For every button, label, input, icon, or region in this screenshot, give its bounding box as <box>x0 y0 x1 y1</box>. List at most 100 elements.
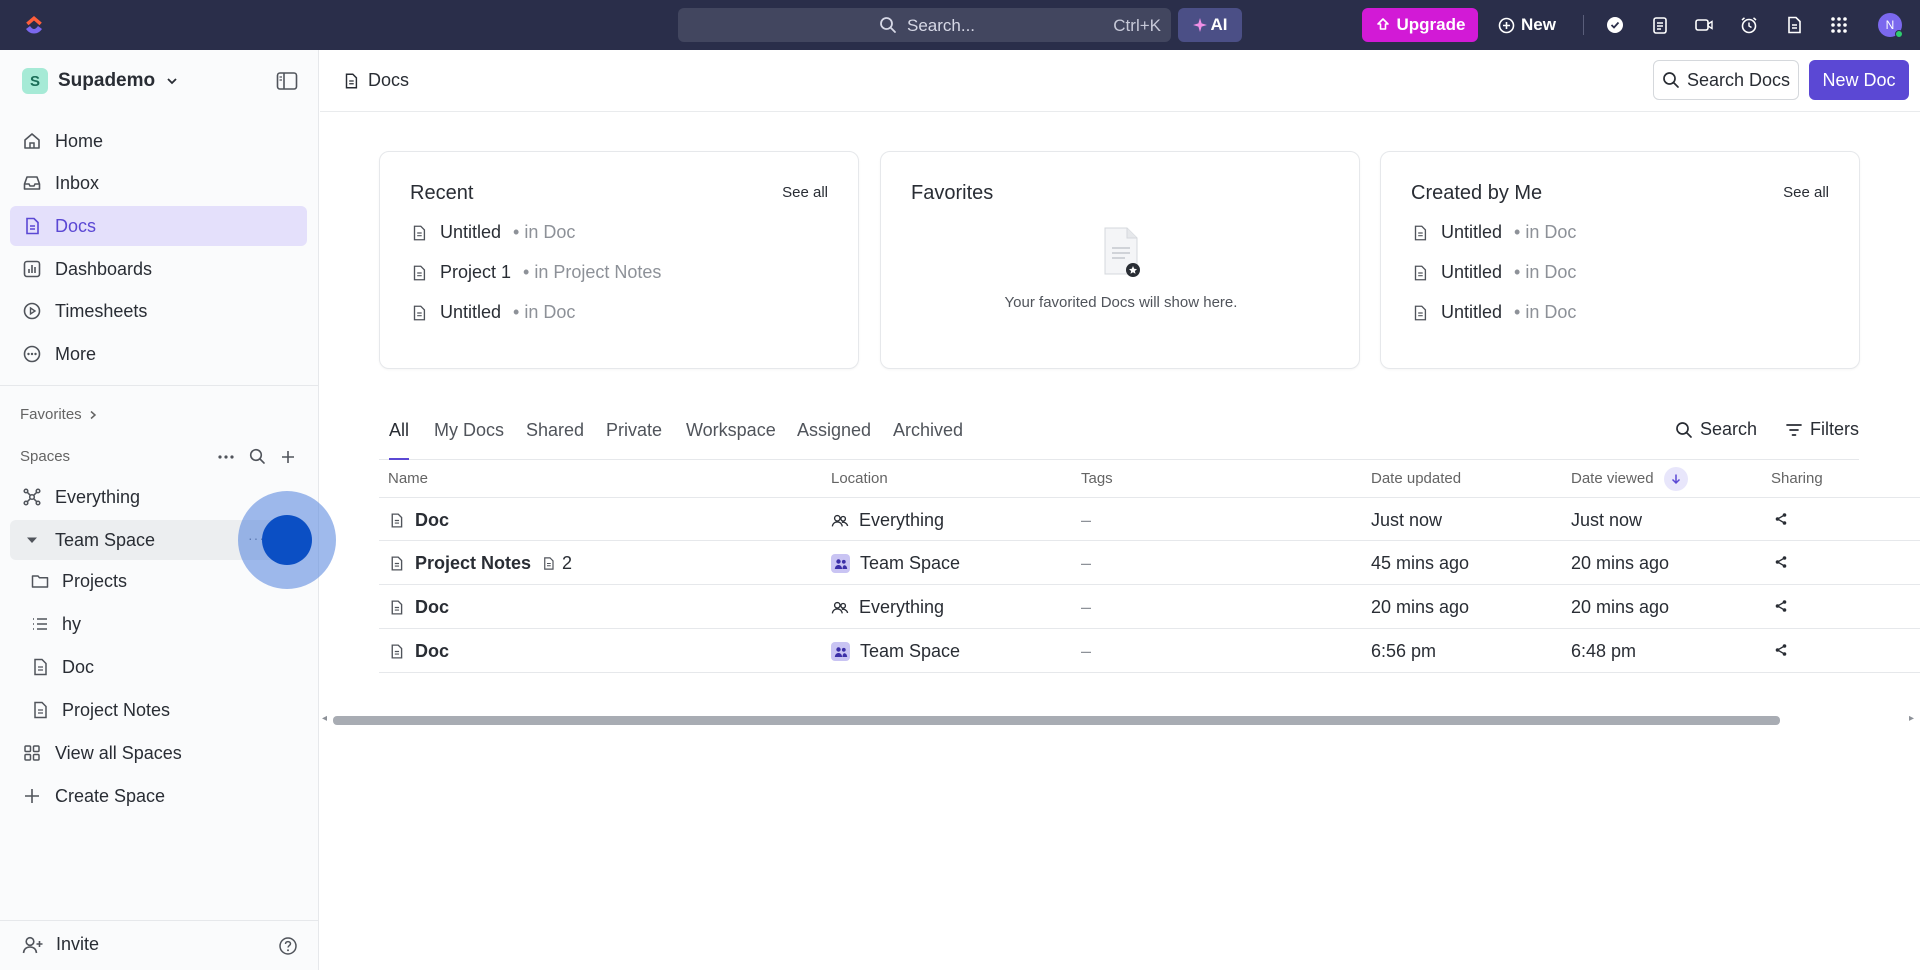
space-item-label: Create Space <box>55 785 166 806</box>
space-item-projects[interactable]: Projects <box>30 563 127 599</box>
recent-doc-item[interactable]: Untitled • in Doc <box>410 222 575 243</box>
column-header-name[interactable]: Name <box>388 470 428 487</box>
sort-descending-icon[interactable] <box>1664 467 1688 491</box>
recent-doc-item[interactable]: Untitled • in Doc <box>410 302 575 323</box>
everything-people-icon <box>831 599 849 617</box>
sidebar-item-dashboards[interactable]: Dashboards <box>10 249 307 289</box>
search-docs-button[interactable]: Search Docs <box>1653 60 1799 100</box>
space-item-doc[interactable]: Doc <box>30 649 94 685</box>
column-header-date-viewed[interactable]: Date viewed <box>1571 470 1654 487</box>
everything-people-icon <box>831 512 849 530</box>
scroll-left-arrow-icon[interactable]: ◂ <box>322 713 327 724</box>
row-location: Everything <box>859 597 945 617</box>
space-item-project-notes[interactable]: Project Notes <box>30 692 170 728</box>
tab-assigned[interactable]: Assigned <box>797 420 871 460</box>
share-icon[interactable] <box>1774 512 1788 526</box>
workspace-switcher[interactable]: S Supademo <box>22 68 179 94</box>
document-icon <box>388 599 405 616</box>
space-item-label: Project Notes <box>62 699 171 720</box>
share-icon[interactable] <box>1774 599 1788 613</box>
create-space[interactable]: Create Space <box>10 776 307 816</box>
sidebar-collapse-icon[interactable] <box>276 71 298 91</box>
workspace-name: Supademo <box>58 70 156 91</box>
everything-icon <box>22 487 42 507</box>
share-icon[interactable] <box>1774 643 1788 657</box>
list-icon <box>30 614 50 634</box>
new-button[interactable]: New <box>1498 8 1564 42</box>
more-circle-icon <box>22 344 42 364</box>
row-name-cell: Doc <box>388 510 449 531</box>
sidebar-item-inbox[interactable]: Inbox <box>10 163 307 203</box>
help-icon[interactable] <box>278 936 298 956</box>
doc-name: Untitled <box>1441 262 1503 282</box>
favorites-section[interactable]: Favorites <box>20 406 98 423</box>
more-horizontal-icon[interactable] <box>217 454 235 460</box>
created-doc-item[interactable]: Untitled • in Doc <box>1411 222 1576 243</box>
document-icon <box>1411 264 1429 282</box>
grid-icon <box>22 743 42 763</box>
see-all-link[interactable]: See all <box>782 184 828 201</box>
breadcrumb[interactable]: Docs <box>342 70 409 91</box>
user-avatar[interactable]: N <box>1878 13 1903 38</box>
table-row[interactable]: Doc Everything – 20 mins ago 20 mins ago <box>379 585 1920 629</box>
ai-button[interactable]: AI <box>1178 8 1242 42</box>
see-all-link[interactable]: See all <box>1783 184 1829 201</box>
table-search-button[interactable]: Search <box>1675 419 1757 440</box>
upgrade-button[interactable]: Upgrade <box>1362 8 1478 42</box>
row-name: Doc <box>415 510 450 530</box>
alarm-clock-icon[interactable] <box>1739 15 1759 35</box>
home-icon <box>22 131 42 151</box>
column-header-tags[interactable]: Tags <box>1081 470 1113 487</box>
sidebar-item-docs[interactable]: Docs <box>10 206 307 246</box>
doc-name: Untitled <box>1441 222 1503 242</box>
search-docs-label: Search Docs <box>1686 69 1791 90</box>
row-name: Doc <box>415 641 450 661</box>
space-item-hy[interactable]: hy <box>30 606 81 642</box>
created-doc-item[interactable]: Untitled • in Doc <box>1411 302 1576 323</box>
table-row[interactable]: Doc Everything – Just now Just now <box>379 497 1920 541</box>
filters-button[interactable]: Filters <box>1785 419 1859 440</box>
search-icon[interactable] <box>249 448 266 465</box>
horizontal-scrollbar-thumb[interactable] <box>333 716 1780 725</box>
column-header-location[interactable]: Location <box>831 470 888 487</box>
row-location-cell: Team Space <box>831 553 960 574</box>
sidebar-footer: Invite <box>0 920 319 970</box>
global-search-input[interactable]: Search... Ctrl+K <box>678 8 1171 42</box>
table-row[interactable]: Doc Team Space – 6:56 pm 6:48 pm <box>379 629 1920 673</box>
new-label: New <box>1521 15 1556 34</box>
row-tags: – <box>1081 641 1092 661</box>
tab-shared[interactable]: Shared <box>526 420 584 460</box>
sidebar-item-timesheets[interactable]: Timesheets <box>10 291 307 331</box>
invite-button[interactable]: Invite <box>22 934 99 955</box>
clickup-logo-icon[interactable] <box>22 13 46 37</box>
scroll-right-arrow-icon[interactable]: ▸ <box>1909 713 1914 724</box>
share-icon[interactable] <box>1774 555 1788 569</box>
view-all-spaces[interactable]: View all Spaces <box>10 733 307 773</box>
column-header-sharing[interactable]: Sharing <box>1771 470 1823 487</box>
tab-private[interactable]: Private <box>606 420 662 460</box>
chevron-down-icon <box>165 74 179 88</box>
video-icon[interactable] <box>1694 15 1714 35</box>
sidebar-item-home[interactable]: Home <box>10 121 307 161</box>
column-header-date-updated[interactable]: Date updated <box>1371 470 1461 487</box>
row-tags: – <box>1081 553 1092 573</box>
search-icon <box>1662 71 1680 89</box>
tab-my-docs[interactable]: My Docs <box>434 420 504 460</box>
table-row[interactable]: Project Notes 2 Team Space – 45 mins ago… <box>379 541 1920 585</box>
tab-workspace[interactable]: Workspace <box>686 420 776 460</box>
sidebar-item-more[interactable]: More <box>10 334 307 374</box>
workspace-badge: S <box>22 68 48 94</box>
check-circle-icon[interactable] <box>1605 15 1625 35</box>
tab-all[interactable]: All <box>389 420 410 460</box>
apps-grid-icon[interactable] <box>1829 15 1849 35</box>
notepad-icon[interactable] <box>1650 15 1670 35</box>
folder-icon <box>30 571 50 591</box>
created-doc-item[interactable]: Untitled • in Doc <box>1411 262 1576 283</box>
recent-doc-item[interactable]: Project 1 • in Project Notes <box>410 262 661 283</box>
document-icon <box>388 555 405 572</box>
document-icon[interactable] <box>1784 15 1804 35</box>
table-header: Name Location Tags Date updated Date vie… <box>379 460 1920 496</box>
tab-archived[interactable]: Archived <box>893 420 963 460</box>
plus-icon[interactable] <box>280 449 296 465</box>
new-doc-button[interactable]: New Doc <box>1809 60 1909 100</box>
